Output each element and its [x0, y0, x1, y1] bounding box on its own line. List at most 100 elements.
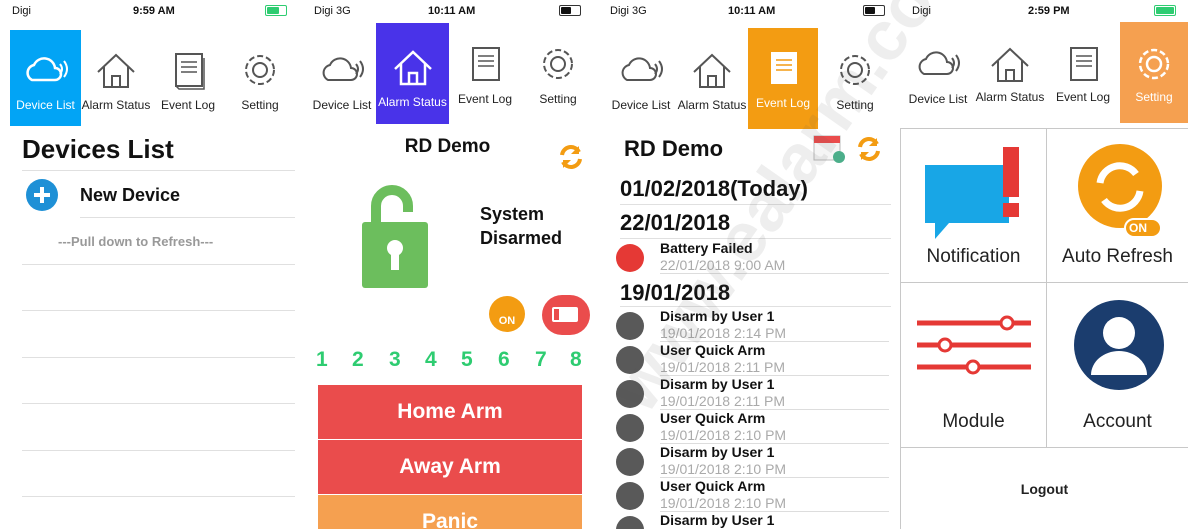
event-row[interactable]: User Quick Arm 19/01/2018 2:11 PM: [616, 342, 897, 376]
event-title: Battery Failed: [660, 240, 753, 256]
event-row[interactable]: Battery Failed 22/01/2018 9:00 AM: [616, 240, 897, 274]
event-title: Disarm by User 1: [660, 444, 775, 460]
event-row[interactable]: Disarm by User 1: [616, 512, 897, 529]
settings-grid: Notification ON Auto Refresh Module Acco…: [900, 128, 1188, 529]
event-time: 19/01/2018 2:10 PM: [660, 495, 787, 511]
system-status-line1: System: [480, 204, 545, 224]
tab-device-list[interactable]: Device List: [308, 30, 376, 126]
panic-button[interactable]: Panic: [318, 495, 582, 529]
refresh-icon[interactable]: [556, 142, 586, 172]
auto-refresh-icon: [1078, 144, 1162, 238]
tab-setting[interactable]: Setting: [820, 30, 890, 126]
event-row[interactable]: Disarm by User 1 19/01/2018 2:11 PM: [616, 376, 897, 410]
house-icon: [991, 47, 1029, 82]
site-name: RD Demo: [404, 136, 491, 157]
clock: 9:59 AM: [133, 5, 175, 17]
event-row[interactable]: Disarm by User 1 19/01/2018 2:14 PM: [616, 308, 897, 342]
unlocked-padlock-icon: [362, 185, 428, 288]
tab-label: Device List: [312, 98, 372, 112]
module-cell[interactable]: Module: [901, 283, 1046, 447]
document-icon: [1070, 47, 1098, 81]
house-icon: [693, 53, 731, 88]
clock: 10:11 AM: [428, 5, 476, 17]
new-device-row[interactable]: New Device: [22, 176, 297, 216]
sliders-icon: [917, 315, 1031, 375]
tab-event-log[interactable]: Event Log: [449, 30, 521, 126]
tab-alarm-status[interactable]: Alarm Status: [973, 30, 1047, 126]
away-arm-button[interactable]: Away Arm: [318, 440, 582, 494]
battery-icon: [1154, 5, 1176, 16]
ac-power-icon: ON: [489, 296, 525, 332]
event-row[interactable]: User Quick Arm 19/01/2018 2:10 PM: [616, 410, 897, 444]
tab-device-list[interactable]: Device List: [904, 30, 972, 126]
tab-event-log[interactable]: Event Log: [748, 28, 818, 129]
tab-label: Alarm Status: [677, 98, 747, 112]
tab-setting[interactable]: Setting: [225, 30, 295, 126]
date-header: 22/01/2018: [620, 210, 731, 235]
auto-refresh-cell[interactable]: ON Auto Refresh: [1047, 129, 1188, 282]
divider: [620, 238, 891, 239]
date-header: 19/01/2018: [620, 280, 731, 305]
tab-setting[interactable]: Setting: [524, 30, 592, 126]
lock-icon: [616, 482, 644, 510]
notification-icon: [925, 147, 1019, 239]
lock-icon: [616, 380, 644, 408]
event-title: Disarm by User 1: [660, 308, 775, 324]
zone-1: 1: [316, 348, 328, 371]
zone-7: 7: [535, 348, 547, 371]
logout-button[interactable]: Logout: [901, 448, 1188, 529]
tab-setting[interactable]: Setting: [1120, 22, 1188, 123]
cloud-wifi-icon: [918, 51, 960, 75]
gear-icon: [543, 49, 573, 79]
battery-failed-icon: [616, 244, 644, 272]
tab-label: Setting: [1135, 90, 1173, 104]
tab-device-list[interactable]: Device List: [10, 30, 81, 126]
notification-cell[interactable]: Notification: [901, 129, 1046, 282]
carrier-label: Digi: [12, 5, 31, 17]
cloud-wifi-icon: [25, 57, 68, 82]
tab-device-list[interactable]: Device List: [606, 30, 676, 126]
calendar-icon[interactable]: [812, 130, 846, 164]
tab-event-log[interactable]: Event Log: [1047, 30, 1119, 126]
account-cell[interactable]: Account: [1047, 283, 1188, 447]
lock-icon: [616, 312, 644, 340]
clock: 10:11 AM: [728, 5, 776, 17]
home-arm-button[interactable]: Home Arm: [318, 385, 582, 439]
tab-alarm-status[interactable]: Alarm Status: [676, 30, 748, 126]
tab-label: Device List: [611, 98, 671, 112]
tab-event-log[interactable]: Event Log: [151, 30, 225, 126]
event-log-screen: Digi 3G 10:11 AM Device List Alarm Statu…: [598, 0, 897, 529]
on-badge: ON: [1129, 221, 1147, 235]
tab-label: Alarm Status: [81, 98, 151, 112]
cell-label: Notification: [926, 246, 1021, 267]
page-title: Devices List: [22, 134, 174, 164]
status-bar: Digi 3G 10:11 AM: [598, 0, 897, 22]
house-icon: [393, 50, 432, 86]
event-row[interactable]: User Quick Arm 19/01/2018 2:10 PM: [616, 478, 897, 512]
carrier-label: Digi 3G: [314, 5, 351, 17]
event-time: 19/01/2018 2:10 PM: [660, 427, 787, 443]
gear-icon: [840, 55, 870, 85]
refresh-icon[interactable]: [854, 134, 884, 164]
device-list-screen: Digi 9:59 AM Device List Alarm Status Ev…: [0, 0, 299, 529]
tab-label: Setting: [539, 92, 577, 106]
divider: [22, 450, 295, 451]
status-bar: Digi 3G 10:11 AM: [302, 0, 593, 22]
tab-label: Alarm Status: [378, 95, 447, 109]
event-time: 22/01/2018 9:00 AM: [660, 257, 786, 273]
tab-label: Event Log: [1055, 90, 1111, 104]
lock-icon: [616, 346, 644, 374]
system-status-line2: Disarmed: [480, 228, 563, 248]
divider: [22, 264, 295, 265]
event-row[interactable]: Disarm by User 1 19/01/2018 2:10 PM: [616, 444, 897, 478]
divider: [22, 357, 295, 358]
new-device-label: New Device: [80, 185, 181, 205]
event-title: User Quick Arm: [660, 478, 766, 494]
pull-refresh-hint: ---Pull down to Refresh---: [58, 234, 214, 249]
status-bar: Digi 9:59 AM: [0, 0, 299, 22]
tab-alarm-status[interactable]: Alarm Status: [376, 23, 449, 124]
divider: [22, 170, 295, 171]
tab-alarm-status[interactable]: Alarm Status: [81, 30, 151, 126]
divider: [22, 496, 295, 497]
cell-label: Module: [942, 411, 1005, 432]
